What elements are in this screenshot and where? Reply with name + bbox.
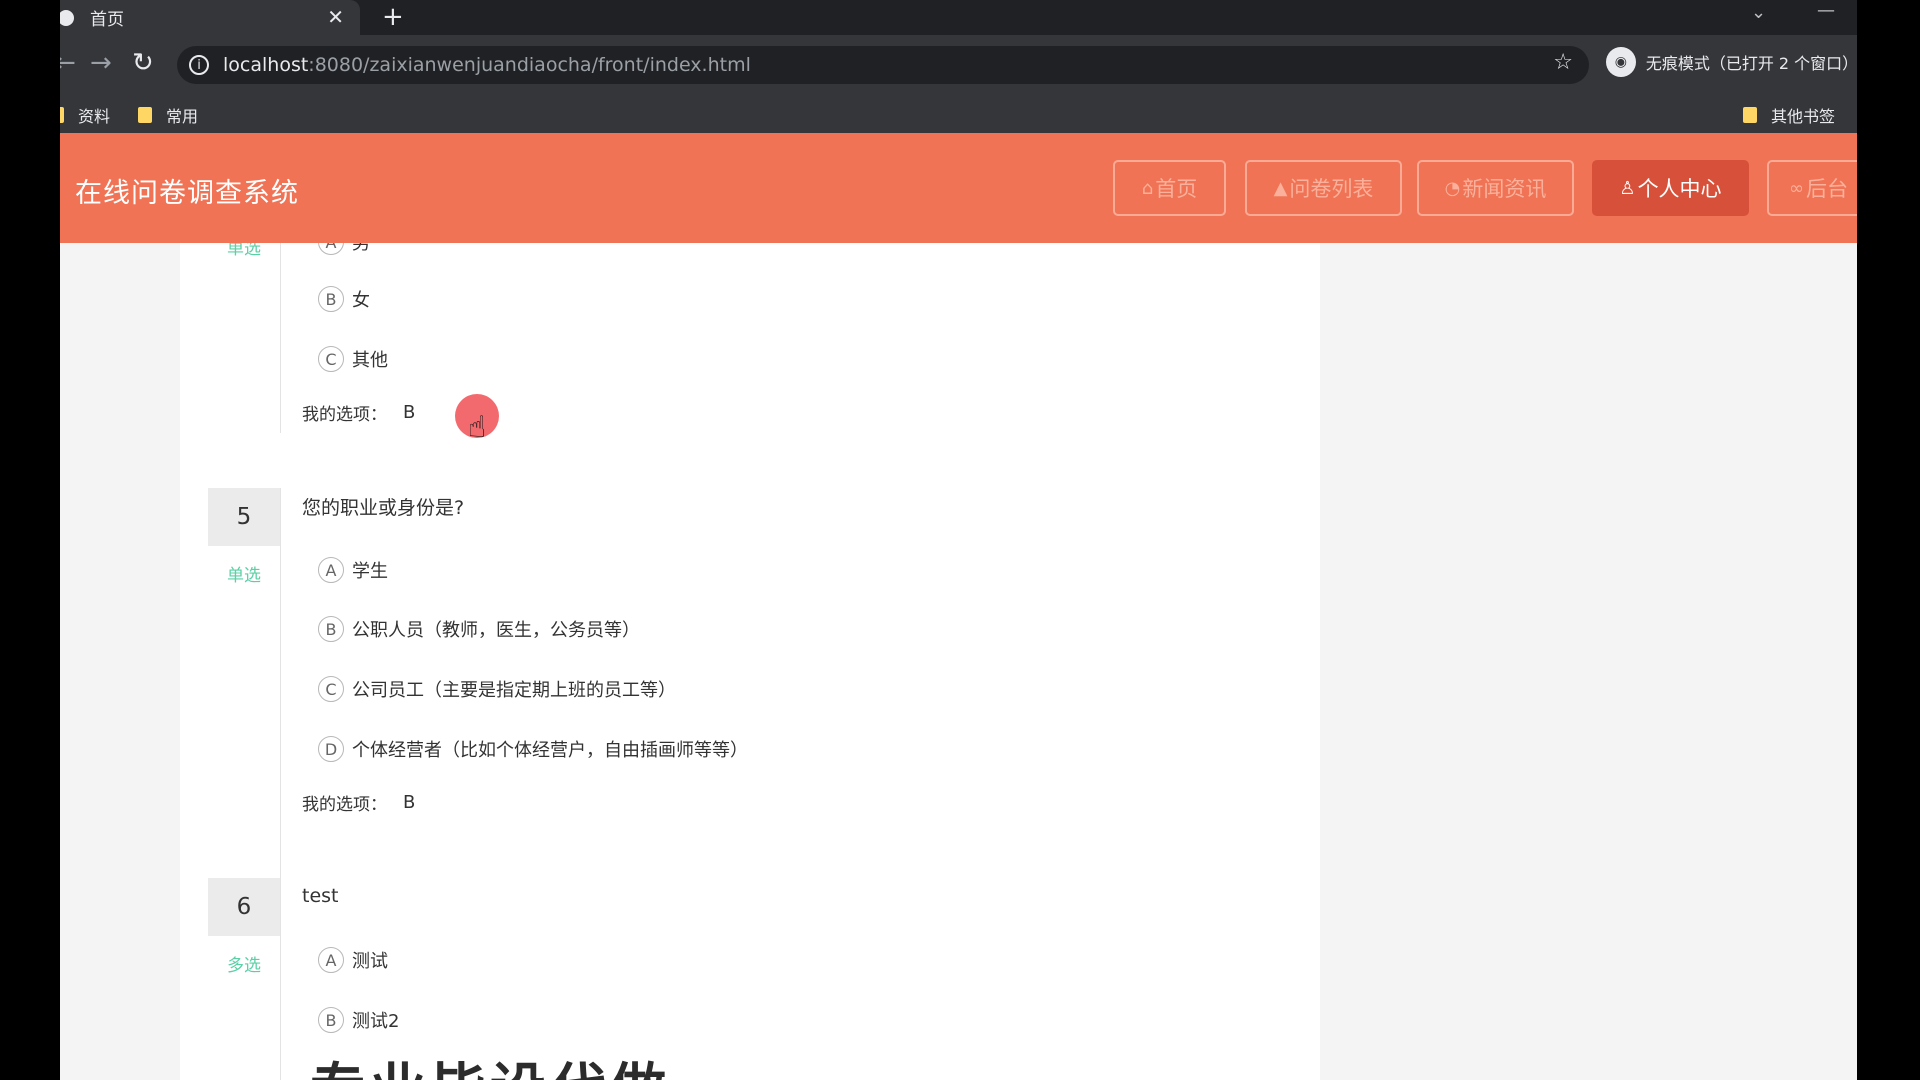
nav-news-button[interactable]: ◔ 新闻资讯 — [1417, 160, 1574, 216]
option[interactable]: B 测试2 — [318, 1007, 399, 1033]
bookmarks-bar: 资料 常用 其他书签 — [60, 95, 1857, 134]
home-icon: ⌂ — [1141, 177, 1154, 199]
my-choice-value: B — [403, 792, 416, 813]
nav-label: 个人中心 — [1637, 177, 1722, 201]
browser-tab-bar: 首页 ✕ + ⌄ — — [60, 0, 1857, 35]
option-letter: C — [318, 676, 344, 702]
other-bookmarks[interactable]: 其他书签 — [1743, 103, 1835, 127]
nav-admin-button[interactable]: ∞ 后台 — [1767, 160, 1857, 216]
option[interactable]: A 学生 — [318, 557, 388, 583]
user-icon: ♙ — [1619, 177, 1636, 199]
incognito-icon: ◉ — [1606, 47, 1636, 77]
option-text: 个体经营者（比如个体经营户，自由插画师等等） — [352, 740, 748, 761]
option[interactable]: D 个体经营者（比如个体经营户，自由插画师等等） — [318, 736, 748, 762]
bookmark-label: 其他书签 — [1771, 107, 1836, 126]
option[interactable]: C 其他 — [318, 346, 388, 372]
my-choice-label: 我的选项： — [302, 795, 387, 815]
question-divider — [280, 243, 281, 433]
minimize-icon[interactable]: — — [1817, 0, 1835, 21]
option-text: 学生 — [352, 561, 388, 582]
my-choice: 我的选项： B — [302, 790, 415, 815]
question-type: 多选 — [227, 956, 261, 976]
option-letter: C — [318, 346, 344, 372]
browser-tab[interactable]: 首页 ✕ — [60, 0, 360, 35]
nav-label: 首页 — [1155, 177, 1198, 201]
folder-icon — [1743, 107, 1757, 123]
reload-icon[interactable]: ↻ — [132, 48, 154, 78]
hand-cursor-icon: ☝ — [468, 410, 487, 445]
option-letter: A — [318, 557, 344, 583]
question-type: 单选 — [227, 243, 261, 259]
bookmark-label: 资料 — [78, 107, 111, 126]
option-letter: B — [318, 616, 344, 642]
info-icon[interactable]: i — [189, 55, 209, 75]
nav-label: 问卷列表 — [1289, 177, 1374, 201]
graduation-cap-icon: ▲ — [1273, 177, 1288, 199]
option-letter: A — [318, 947, 344, 973]
option-text: 男 — [352, 243, 370, 254]
question-number: 5 — [208, 488, 280, 546]
overlay-caption: 专业毕设代做 — [310, 1045, 670, 1080]
back-icon[interactable]: ← — [60, 48, 76, 78]
close-icon[interactable]: ✕ — [327, 5, 344, 29]
option[interactable]: A 测试 — [318, 947, 388, 973]
incognito-indicator[interactable]: ◉ 无痕模式（已打开 2 个窗口） — [1606, 47, 1857, 77]
link-icon: ∞ — [1789, 177, 1804, 199]
screen: 首页 ✕ + ⌄ — ← → ↻ i localhost:8080/zaixia… — [60, 0, 1857, 1080]
folder-icon — [60, 107, 64, 123]
url-path: :8080/zaixianwenjuandiaocha/front/index.… — [308, 54, 751, 76]
option-text: 女 — [352, 290, 370, 311]
my-choice: 我的选项： B — [302, 400, 415, 425]
question-divider — [280, 878, 281, 1080]
survey-content: 单选 A 男 B 女 C 其他 我的选项： B 5 单选 您的职业或身份是? A… — [180, 243, 1320, 1080]
star-icon[interactable]: ☆ — [1553, 50, 1573, 75]
browser-toolbar: ← → ↻ i localhost:8080/zaixianwenjuandia… — [60, 35, 1857, 95]
question-title: test — [302, 885, 339, 907]
tab-title: 首页 — [90, 10, 124, 30]
folder-icon — [138, 107, 152, 123]
nav-label: 新闻资讯 — [1462, 177, 1547, 201]
option[interactable]: A 男 — [318, 243, 370, 255]
news-icon: ◔ — [1444, 177, 1461, 199]
option-text: 其他 — [352, 350, 388, 371]
option-letter: B — [318, 1007, 344, 1033]
my-choice-label: 我的选项： — [302, 405, 387, 425]
nav-home-button[interactable]: ⌂ 首页 — [1113, 160, 1226, 216]
site-title: 在线问卷调查系统 — [75, 178, 299, 209]
option-letter: A — [318, 243, 344, 255]
option[interactable]: C 公司员工（主要是指定期上班的员工等） — [318, 676, 676, 702]
nav-personal-center-button[interactable]: ♙ 个人中心 — [1592, 160, 1749, 216]
bookmark-label: 常用 — [166, 107, 199, 126]
globe-icon — [60, 9, 74, 26]
option-text: 公司员工（主要是指定期上班的员工等） — [352, 680, 676, 701]
option-letter: B — [318, 286, 344, 312]
my-choice-value: B — [403, 402, 416, 423]
option-letter: D — [318, 736, 344, 762]
bookmark-folder[interactable]: 常用 — [138, 103, 198, 127]
nav-survey-list-button[interactable]: ▲ 问卷列表 — [1245, 160, 1402, 216]
bookmark-folder[interactable]: 资料 — [60, 103, 110, 127]
url-host: localhost — [223, 54, 309, 76]
address-bar[interactable]: i localhost:8080/zaixianwenjuandiaocha/f… — [177, 46, 1589, 84]
option[interactable]: B 公职人员（教师，医生，公务员等） — [318, 616, 640, 642]
question-number: 6 — [208, 878, 280, 936]
forward-icon[interactable]: → — [90, 48, 112, 78]
option-text: 公职人员（教师，医生，公务员等） — [352, 620, 640, 641]
new-tab-icon[interactable]: + — [382, 2, 404, 32]
site-header: 在线问卷调查系统 ⌂ 首页 ▲ 问卷列表 ◔ 新闻资讯 ♙ 个人中心 ∞ 后台 — [60, 133, 1857, 243]
option-text: 测试 — [352, 951, 388, 972]
option-text: 测试2 — [352, 1011, 400, 1032]
incognito-label: 无痕模式（已打开 2 个窗口） — [1645, 54, 1857, 73]
question-title: 您的职业或身份是? — [302, 497, 465, 519]
option[interactable]: B 女 — [318, 286, 370, 312]
chevron-down-icon[interactable]: ⌄ — [1751, 2, 1766, 23]
nav-label: 后台 — [1806, 177, 1848, 201]
question-type: 单选 — [227, 566, 261, 586]
